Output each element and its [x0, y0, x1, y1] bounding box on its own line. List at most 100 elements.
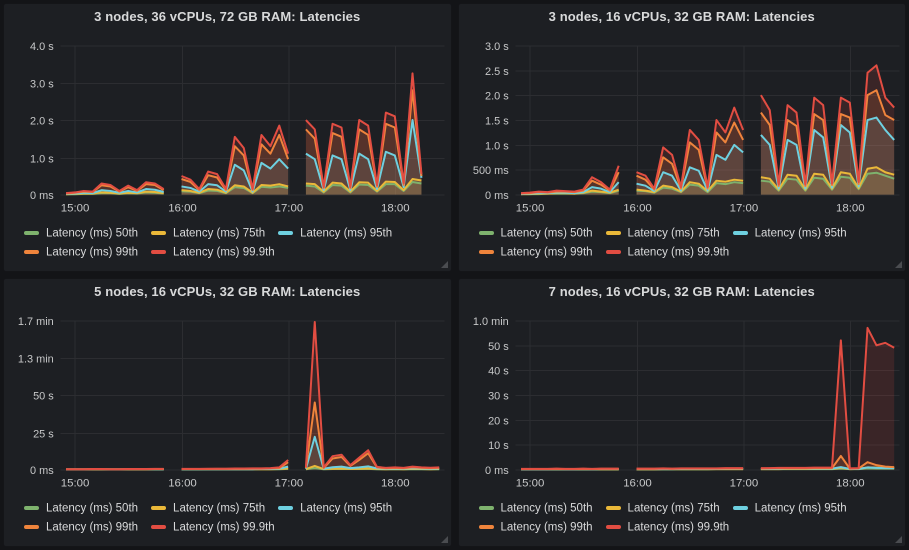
legend-item[interactable]: Latency (ms) 99.9th — [151, 243, 275, 262]
legend-item[interactable]: Latency (ms) 99th — [479, 243, 593, 262]
legend: Latency (ms) 50th Latency (ms) 75th Latenc… — [24, 499, 443, 538]
series-color-swatch-icon — [479, 250, 494, 254]
y-axis-tick-label: 30 s — [488, 391, 509, 403]
legend-label: Latency (ms) 75th — [628, 227, 720, 239]
legend: Latency (ms) 50th Latency (ms) 75th Latenc… — [24, 224, 443, 263]
y-axis-tick-label: 40 s — [488, 366, 509, 378]
panel-resize-handle-icon[interactable] — [895, 536, 902, 543]
y-axis-tick-label: 1.0 s — [30, 153, 54, 165]
x-axis-tick-label: 15:00 — [515, 478, 544, 490]
legend-item[interactable]: Latency (ms) 50th — [24, 499, 138, 518]
panel-resize-handle-icon[interactable] — [441, 536, 448, 543]
legend-item[interactable]: Latency (ms) 99.9th — [151, 518, 275, 537]
legend-item[interactable]: Latency (ms) 50th — [24, 224, 138, 243]
x-axis-tick-label: 16:00 — [168, 478, 197, 490]
series-color-swatch-icon — [151, 231, 166, 235]
panel-title[interactable]: 3 nodes, 36 vCPUs, 72 GB RAM: Latencies — [94, 9, 360, 24]
panel-7-nodes-16-vcpus: 7 nodes, 16 vCPUs, 32 GB RAM: Latencies … — [458, 278, 907, 547]
x-axis-tick-label: 17:00 — [275, 203, 304, 215]
latency-timeseries-chart[interactable]: 0 ms1.0 s2.0 s3.0 s4.0 s15:0016:0017:001… — [4, 29, 451, 221]
legend-item[interactable]: Latency (ms) 75th — [606, 499, 720, 518]
panel-title[interactable]: 5 nodes, 16 vCPUs, 32 GB RAM: Latencies — [94, 284, 360, 299]
series-color-swatch-icon — [606, 525, 621, 529]
legend-label: Latency (ms) 95th — [755, 227, 847, 239]
y-axis-tick-label: 1.5 s — [485, 116, 509, 128]
series-color-swatch-icon — [24, 231, 39, 235]
panel-header[interactable]: 3 nodes, 16 vCPUs, 32 GB RAM: Latencies — [459, 4, 906, 28]
panel-header[interactable]: 5 nodes, 16 vCPUs, 32 GB RAM: Latencies — [4, 279, 451, 303]
legend-item[interactable]: Latency (ms) 95th — [278, 224, 392, 243]
series-color-swatch-icon — [278, 231, 293, 235]
x-axis-tick-label: 18:00 — [381, 478, 410, 490]
series-color-swatch-icon — [479, 506, 494, 510]
y-axis-tick-label: 3.0 s — [485, 41, 509, 53]
legend-label: Latency (ms) 95th — [755, 502, 847, 514]
legend-label: Latency (ms) 75th — [628, 502, 720, 514]
x-axis-tick-label: 15:00 — [61, 478, 90, 490]
series-color-swatch-icon — [479, 525, 494, 529]
y-axis-tick-label: 0 ms — [30, 465, 54, 477]
x-axis-tick-label: 17:00 — [729, 203, 758, 215]
panel-title[interactable]: 3 nodes, 16 vCPUs, 32 GB RAM: Latencies — [549, 9, 815, 24]
legend-item[interactable]: Latency (ms) 50th — [479, 224, 593, 243]
legend-label: Latency (ms) 50th — [501, 227, 593, 239]
x-axis-tick-label: 15:00 — [515, 203, 544, 215]
panel-resize-handle-icon[interactable] — [441, 261, 448, 268]
x-axis-tick-label: 16:00 — [168, 203, 197, 215]
legend-item[interactable]: Latency (ms) 95th — [733, 224, 847, 243]
panel-3-nodes-16-vcpus: 3 nodes, 16 vCPUs, 32 GB RAM: Latencies … — [458, 3, 907, 272]
legend-label: Latency (ms) 75th — [173, 227, 265, 239]
legend-item[interactable]: Latency (ms) 99th — [24, 243, 138, 262]
legend-label: Latency (ms) 99th — [501, 522, 593, 534]
legend-item[interactable]: Latency (ms) 75th — [151, 499, 265, 518]
legend-label: Latency (ms) 95th — [300, 227, 392, 239]
series-line — [182, 460, 289, 469]
series-color-swatch-icon — [151, 525, 166, 529]
series-color-swatch-icon — [151, 250, 166, 254]
latency-timeseries-chart[interactable]: 0 ms10 s20 s30 s40 s50 s1.0 min15:0016:0… — [459, 304, 906, 496]
legend-label: Latency (ms) 99th — [46, 247, 138, 259]
legend-label: Latency (ms) 95th — [300, 502, 392, 514]
legend-label: Latency (ms) 75th — [173, 502, 265, 514]
x-axis-tick-label: 18:00 — [836, 478, 865, 490]
y-axis-tick-label: 4.0 s — [30, 41, 54, 53]
y-axis-tick-label: 2.5 s — [485, 66, 509, 78]
latency-timeseries-chart[interactable]: 0 ms25 s50 s1.3 min1.7 min15:0016:0017:0… — [4, 304, 451, 496]
panel-header[interactable]: 3 nodes, 36 vCPUs, 72 GB RAM: Latencies — [4, 4, 451, 28]
y-axis-tick-label: 20 s — [488, 415, 509, 427]
series-color-swatch-icon — [24, 525, 39, 529]
series-color-swatch-icon — [606, 250, 621, 254]
panel-header[interactable]: 7 nodes, 16 vCPUs, 32 GB RAM: Latencies — [459, 279, 906, 303]
legend-label: Latency (ms) 99.9th — [628, 522, 730, 534]
legend-item[interactable]: Latency (ms) 75th — [151, 224, 265, 243]
panel-title[interactable]: 7 nodes, 16 vCPUs, 32 GB RAM: Latencies — [549, 284, 815, 299]
y-axis-tick-label: 25 s — [33, 428, 54, 440]
legend-item[interactable]: Latency (ms) 95th — [733, 499, 847, 518]
legend-item[interactable]: Latency (ms) 99th — [24, 518, 138, 537]
latency-timeseries-chart[interactable]: 0 ms500 ms1.0 s1.5 s2.0 s2.5 s3.0 s15:00… — [459, 29, 906, 221]
y-axis-tick-label: 50 s — [33, 391, 54, 403]
y-axis-tick-label: 2.0 s — [30, 116, 54, 128]
legend-item[interactable]: Latency (ms) 95th — [278, 499, 392, 518]
y-axis-tick-label: 2.0 s — [485, 91, 509, 103]
legend-item[interactable]: Latency (ms) 75th — [606, 224, 720, 243]
panel-resize-handle-icon[interactable] — [895, 261, 902, 268]
legend-item[interactable]: Latency (ms) 50th — [479, 499, 593, 518]
legend-item[interactable]: Latency (ms) 99th — [479, 518, 593, 537]
legend-label: Latency (ms) 99th — [501, 247, 593, 259]
x-axis-tick-label: 16:00 — [623, 478, 652, 490]
series-color-swatch-icon — [278, 506, 293, 510]
legend-item[interactable]: Latency (ms) 99.9th — [606, 518, 730, 537]
y-axis-tick-label: 1.3 min — [18, 354, 54, 366]
legend-item[interactable]: Latency (ms) 99.9th — [606, 243, 730, 262]
y-axis-tick-label: 10 s — [488, 440, 509, 452]
series-color-swatch-icon — [606, 231, 621, 235]
panel-3-nodes-36-vcpus: 3 nodes, 36 vCPUs, 72 GB RAM: Latencies … — [3, 3, 452, 272]
series-color-swatch-icon — [24, 250, 39, 254]
panel-5-nodes-16-vcpus: 5 nodes, 16 vCPUs, 32 GB RAM: Latencies … — [3, 278, 452, 547]
legend-label: Latency (ms) 50th — [46, 227, 138, 239]
series-color-swatch-icon — [733, 506, 748, 510]
y-axis-tick-label: 1.7 min — [18, 316, 54, 328]
legend-label: Latency (ms) 50th — [46, 502, 138, 514]
y-axis-tick-label: 1.0 s — [485, 140, 509, 152]
